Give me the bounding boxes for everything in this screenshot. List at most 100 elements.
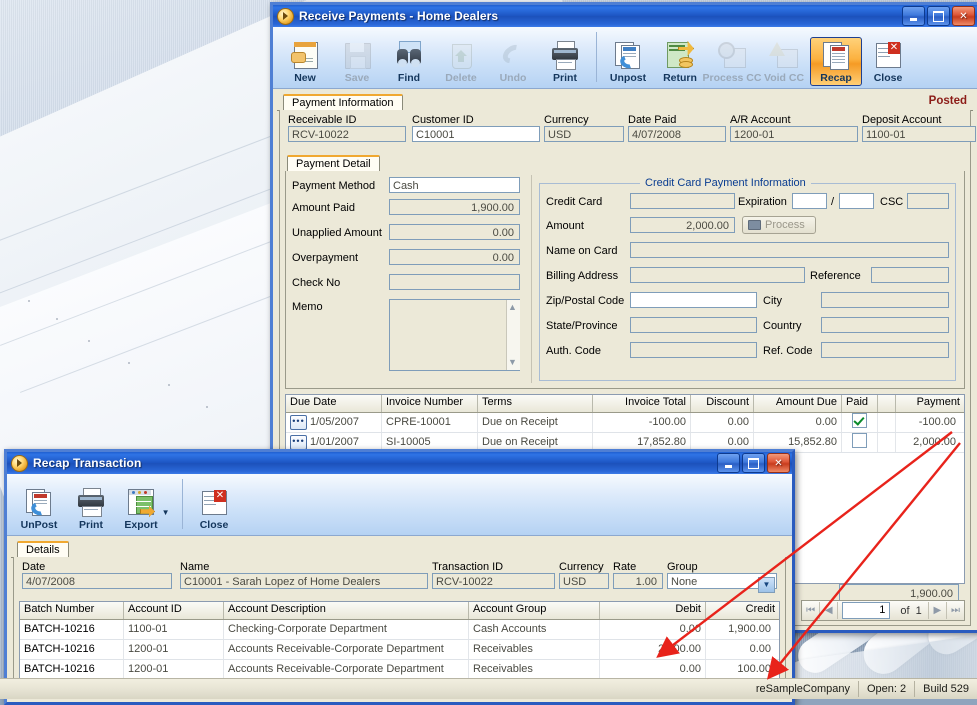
field-overpayment[interactable]: 0.00 xyxy=(389,249,520,265)
cell-paid-checkbox[interactable] xyxy=(852,433,867,448)
tab-payment-information[interactable]: Payment Information xyxy=(283,94,403,111)
field-reference[interactable] xyxy=(871,267,949,283)
col-account-description[interactable]: Account Description xyxy=(224,602,469,619)
field-check-no[interactable] xyxy=(389,274,520,290)
col-discount[interactable]: Discount xyxy=(691,395,754,412)
col-batch-number[interactable]: Batch Number xyxy=(20,602,124,619)
col-payment[interactable]: Payment xyxy=(896,395,964,412)
col-spacer[interactable] xyxy=(878,395,896,412)
payment-detail-tabstrip: Payment Detail xyxy=(285,154,965,172)
table-row[interactable]: BATCH-10216 1200-01 Accounts Receivable-… xyxy=(20,640,779,660)
label-reference: Reference xyxy=(810,270,861,282)
field-memo[interactable] xyxy=(389,299,520,371)
field-ref-code[interactable] xyxy=(821,342,949,358)
pager-total-label: 1 xyxy=(915,604,922,617)
col-debit[interactable]: Debit xyxy=(600,602,706,619)
row-lookup-button[interactable]: ••• xyxy=(290,434,307,450)
toolbar-button-undo[interactable]: Undo xyxy=(487,37,539,86)
field-city[interactable] xyxy=(821,292,949,308)
table-row[interactable]: BATCH-10216 1100-01 Checking-Corporate D… xyxy=(20,620,779,640)
field-date-paid[interactable]: 4/07/2008 xyxy=(628,126,726,142)
maximize-button[interactable] xyxy=(742,453,765,473)
col-invoice-number[interactable]: Invoice Number xyxy=(382,395,478,412)
cell-paid-checkbox[interactable] xyxy=(852,413,867,428)
recap-transaction-window[interactable]: Recap Transaction ✕ UnPost Print Export … xyxy=(4,449,795,705)
col-amount-due[interactable]: Amount Due xyxy=(754,395,842,412)
pager-page-input[interactable]: 1 xyxy=(842,602,891,619)
table-row[interactable]: BATCH-10216 1200-01 Accounts Receivable-… xyxy=(20,660,779,680)
field-transaction-id[interactable]: RCV-10022 xyxy=(432,573,555,589)
col-account-id[interactable]: Account ID xyxy=(124,602,224,619)
col-terms[interactable]: Terms xyxy=(478,395,593,412)
export-dropdown-arrow-icon[interactable]: ▼ xyxy=(162,508,170,517)
toolbar-button-unpost[interactable]: UnPost xyxy=(13,484,65,533)
tab-details[interactable]: Details xyxy=(17,541,69,558)
field-recap-rate[interactable]: 1.00 xyxy=(613,573,663,589)
table-row[interactable]: ••• 1/05/2007 CPRE-10001 Due on Receipt -… xyxy=(286,413,964,433)
scroll-up-icon[interactable]: ▲ xyxy=(508,302,517,312)
field-country[interactable] xyxy=(821,317,949,333)
undo-arrow-icon xyxy=(497,40,529,70)
field-deposit-account[interactable]: 1100-01 xyxy=(862,126,976,142)
toolbar-button-void-cc[interactable]: Void CC xyxy=(758,37,810,86)
pager-first-button[interactable]: ⏮ xyxy=(802,602,821,619)
scroll-down-icon[interactable]: ▼ xyxy=(508,357,517,367)
field-billing-address[interactable] xyxy=(630,267,805,283)
col-invoice-total[interactable]: Invoice Total xyxy=(593,395,691,412)
toolbar-label-undo: Undo xyxy=(499,72,527,84)
field-zip-postal-code[interactable] xyxy=(630,292,757,308)
maximize-button[interactable] xyxy=(927,6,950,26)
col-account-group[interactable]: Account Group xyxy=(469,602,600,619)
field-credit-card[interactable] xyxy=(630,193,735,209)
field-cc-amount[interactable]: 2,000.00 xyxy=(630,217,735,233)
pager-next-button[interactable]: ▶ xyxy=(927,602,947,619)
recap-transaction-titlebar[interactable]: Recap Transaction ✕ xyxy=(7,452,792,474)
toolbar-button-recap[interactable]: Recap xyxy=(810,37,862,86)
field-recap-currency[interactable]: USD xyxy=(559,573,609,589)
toolbar-button-new[interactable]: New xyxy=(279,37,331,86)
toolbar-button-unpost[interactable]: Unpost xyxy=(602,37,654,86)
record-pager[interactable]: ⏮ ◀ 1 of 1 ▶ ⏭ xyxy=(801,600,965,621)
toolbar-button-find[interactable]: Find xyxy=(383,37,435,86)
field-ar-account[interactable]: 1200-01 xyxy=(730,126,858,142)
field-expiration-month[interactable] xyxy=(792,193,827,209)
field-name-on-card[interactable] xyxy=(630,242,949,258)
toolbar-button-export[interactable]: Export ▼ xyxy=(117,484,177,533)
tab-payment-detail[interactable]: Payment Detail xyxy=(287,155,380,172)
minimize-button[interactable] xyxy=(717,453,740,473)
field-amount-paid[interactable]: 1,900.00 xyxy=(389,199,520,215)
field-unapplied-amount[interactable]: 0.00 xyxy=(389,224,520,240)
row-lookup-button[interactable]: ••• xyxy=(290,414,307,430)
field-recap-date[interactable]: 4/07/2008 xyxy=(22,573,172,589)
receive-payments-titlebar[interactable]: Receive Payments - Home Dealers ✕ xyxy=(273,5,977,27)
field-currency[interactable]: USD xyxy=(544,126,624,142)
field-customer-id[interactable]: C10001 xyxy=(412,126,540,142)
pager-last-button[interactable]: ⏭ xyxy=(947,602,964,619)
field-state-province[interactable] xyxy=(630,317,757,333)
toolbar-button-save[interactable]: Save xyxy=(331,37,383,86)
toolbar-button-close[interactable]: ✕ Close xyxy=(188,484,240,533)
col-credit[interactable]: Credit xyxy=(706,602,779,619)
field-payment-method[interactable]: Cash xyxy=(389,177,520,193)
label-recap-name: Name xyxy=(180,561,210,573)
field-csc[interactable] xyxy=(907,193,949,209)
col-due-date[interactable]: Due Date xyxy=(286,395,382,412)
toolbar-label-save: Save xyxy=(344,72,370,84)
field-auth-code[interactable] xyxy=(630,342,757,358)
close-button[interactable]: ✕ xyxy=(952,6,975,26)
field-recap-name[interactable]: C10001 - Sarah Lopez of Home Dealers xyxy=(180,573,428,589)
chevron-down-icon[interactable]: ▼ xyxy=(758,577,775,593)
toolbar-button-print[interactable]: Print xyxy=(539,37,591,86)
pager-prev-button[interactable]: ◀ xyxy=(820,602,839,619)
field-receivable-id[interactable]: RCV-10022 xyxy=(288,126,406,142)
toolbar-button-delete[interactable]: Delete xyxy=(435,37,487,86)
process-button[interactable]: Process xyxy=(742,216,816,234)
toolbar-button-return[interactable]: Return xyxy=(654,37,706,86)
toolbar-button-close[interactable]: ✕ Close xyxy=(862,37,914,86)
toolbar-button-process-cc[interactable]: Process CC xyxy=(703,37,761,86)
toolbar-button-print[interactable]: Print xyxy=(65,484,117,533)
close-button[interactable]: ✕ xyxy=(767,453,790,473)
col-paid[interactable]: Paid xyxy=(842,395,878,412)
field-expiration-year[interactable] xyxy=(839,193,874,209)
minimize-button[interactable] xyxy=(902,6,925,26)
